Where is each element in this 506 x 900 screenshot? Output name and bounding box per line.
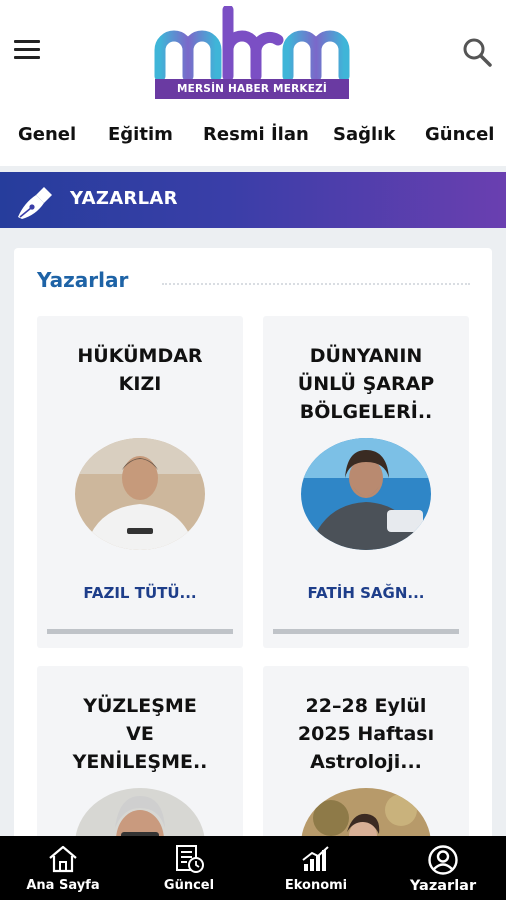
nav-label: Güncel [163,878,215,893]
article-title: HÜKÜMDAR KIZI [77,345,203,395]
chart-growth-icon [302,846,329,871]
category-nav: Genel Eğitim Resmi İlan Sağlık Güncel [0,110,506,166]
author-card[interactable]: DÜNYANIN ÜNLÜ ŞARAP BÖLGELERİ.. FATİH SA… [263,316,469,648]
dotted-divider [162,283,470,285]
nav-label: Ana Sayfa [26,878,100,893]
category-resmi-ilan[interactable]: Resmi İlan [203,124,309,145]
nav-label: Ekonomi [284,878,348,893]
category-genel[interactable]: Genel [18,124,76,145]
home-icon [49,845,77,873]
bottom-navigation: Ana Sayfa Güncel Ekonomi Yazarlar [0,836,506,900]
search-icon[interactable] [461,36,493,68]
top-app-bar: MERSİN HABER MERKEZİ [0,0,506,110]
author-avatar [301,438,431,550]
site-logo[interactable]: MERSİN HABER MERKEZİ [152,4,352,100]
hamburger-menu-icon[interactable] [14,40,40,62]
article-title: 22–28 Eylül 2025 Haftası Astroloji... [297,695,435,773]
section-banner: YAZARLAR [0,172,506,228]
card-underline [47,629,233,634]
category-egitim[interactable]: Eğitim [108,124,173,145]
article-title: DÜNYANIN ÜNLÜ ŞARAP BÖLGELERİ.. [297,345,435,423]
newspaper-clock-icon [176,845,204,873]
author-avatar [75,438,205,550]
category-saglik[interactable]: Sağlık [333,124,395,145]
brand-name: MERSİN HABER MERKEZİ [155,79,349,99]
category-guncel[interactable]: Güncel [425,124,494,145]
user-circle-icon [428,845,458,875]
authors-panel: Yazarlar HÜKÜMDAR KIZI FAZIL TÜTÜ... DÜN… [14,248,492,900]
card-underline [273,629,459,634]
nav-label: Yazarlar [409,878,477,894]
author-name: FAZIL TÜTÜ... [83,584,197,602]
nav-yazarlar[interactable]: Yazarlar [380,836,506,900]
article-title: YÜZLEŞME VE YENİLEŞME.. [72,695,208,773]
pen-nib-icon [14,181,58,221]
author-card[interactable]: HÜKÜMDAR KIZI FAZIL TÜTÜ... [37,316,243,648]
section-title: YAZARLAR [70,188,178,209]
nav-guncel[interactable]: Güncel [126,836,252,900]
panel-title: Yazarlar [37,268,129,292]
author-name: FATİH SAĞN... [307,584,425,602]
nav-ekonomi[interactable]: Ekonomi [253,836,379,900]
nav-ana-sayfa[interactable]: Ana Sayfa [0,836,126,900]
logo-mark [154,4,350,82]
